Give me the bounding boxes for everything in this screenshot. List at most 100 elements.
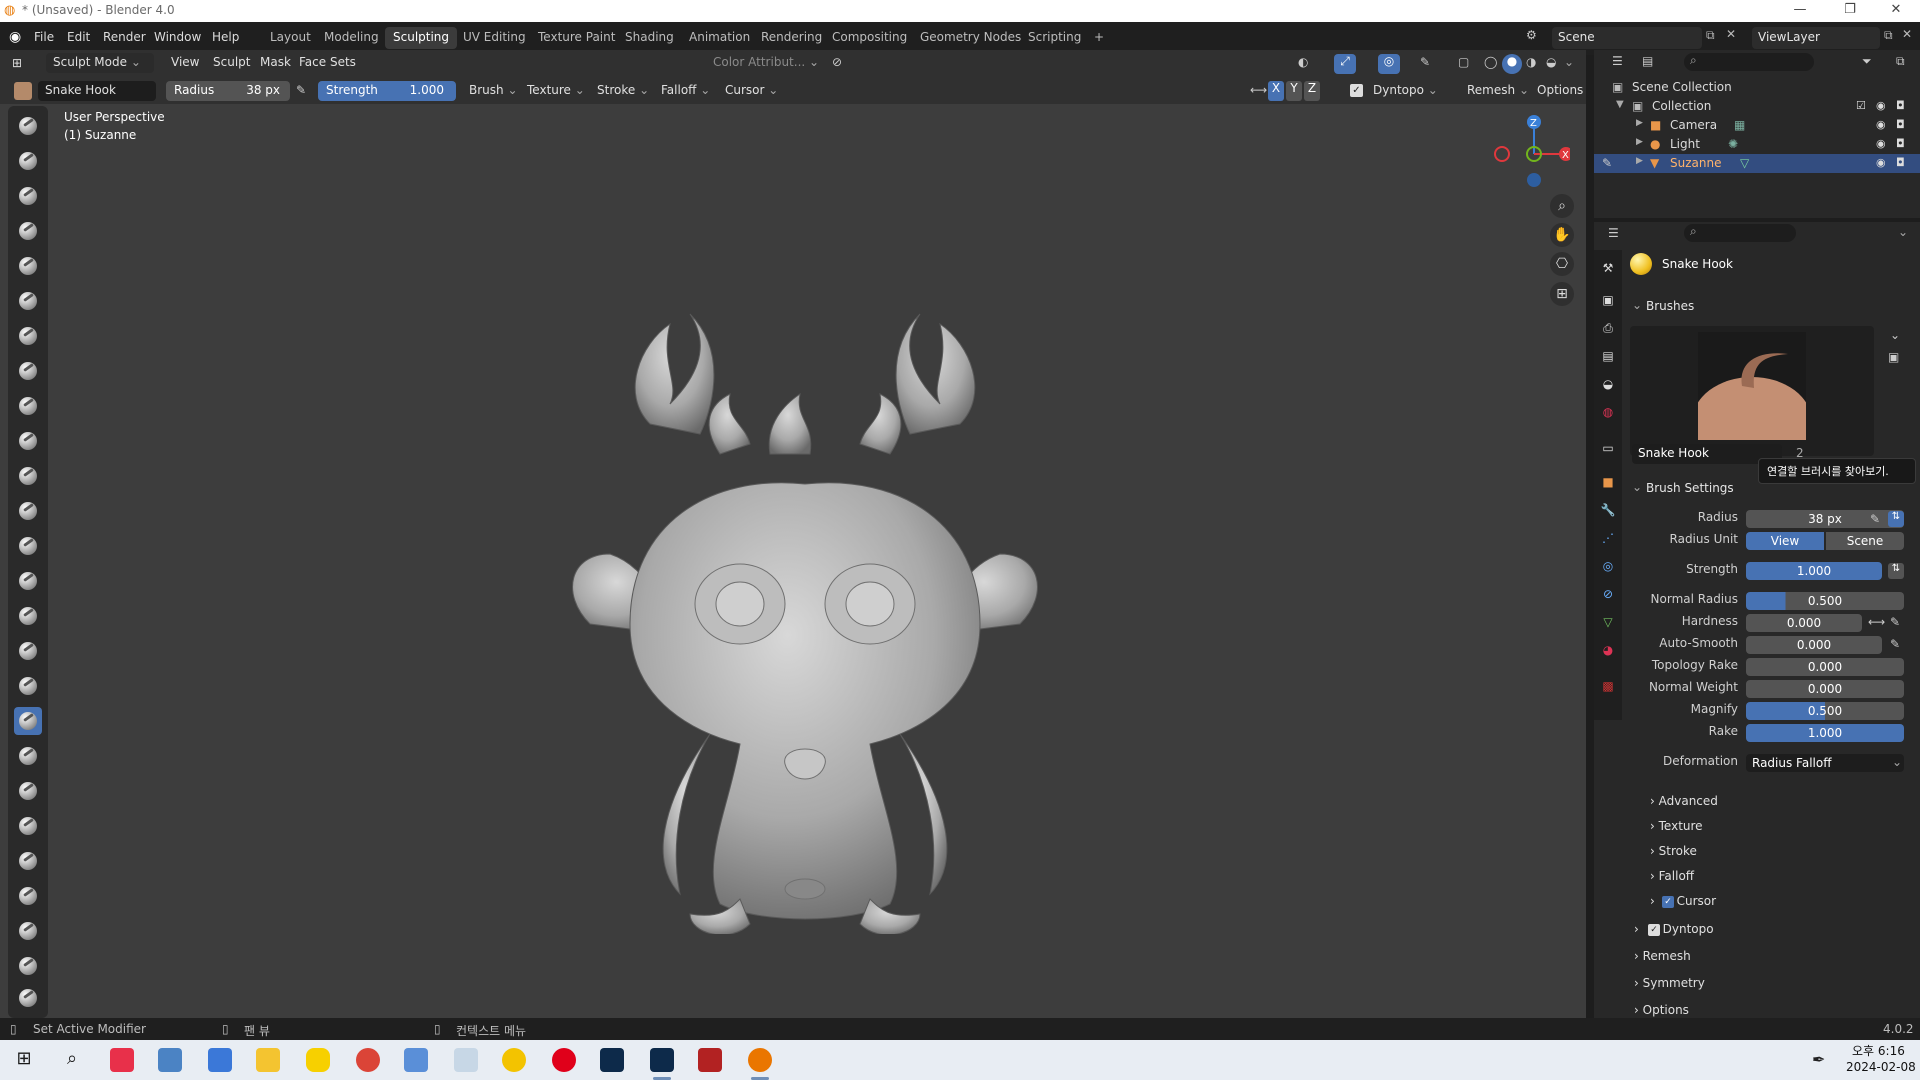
nudge-brush-icon[interactable] bbox=[14, 812, 42, 840]
camera-data-icon[interactable]: ▦ bbox=[1734, 118, 1745, 132]
simplify-brush-icon[interactable] bbox=[14, 984, 42, 1012]
visibility-icon[interactable]: ◐ bbox=[1298, 55, 1308, 69]
toggle-xray-icon[interactable]: ▢ bbox=[1458, 55, 1469, 69]
3d-viewport[interactable]: User Perspective (1) Suzanne Z X ⌕ ✋ ⎔ ⊞ bbox=[0, 104, 1586, 1018]
hardness-slider[interactable]: 0.000 bbox=[1746, 614, 1862, 632]
clay-thumb-brush-icon[interactable] bbox=[14, 252, 42, 280]
delete-viewlayer-icon[interactable]: ✕ bbox=[1902, 27, 1912, 41]
advanced-subpanel[interactable]: › Advanced bbox=[1650, 794, 1718, 808]
pressure-icon[interactable]: ✎ bbox=[1870, 512, 1880, 526]
outliner-item-camera[interactable]: ▶ ■ Camera ▦ ◉ ◘ bbox=[1594, 116, 1920, 135]
snake-hook-brush-icon[interactable] bbox=[14, 707, 42, 735]
radius-value-field[interactable]: 38 px bbox=[1746, 510, 1904, 528]
calculator-icon[interactable] bbox=[404, 1048, 428, 1072]
outliner-scene-collection[interactable]: ▣ Scene Collection bbox=[1594, 78, 1920, 97]
minimize-button[interactable]: — bbox=[1780, 2, 1820, 17]
strength-field[interactable]: Strength 1.000 bbox=[318, 81, 456, 101]
cloth-brush-icon[interactable] bbox=[14, 952, 42, 980]
tab-uv-editing[interactable]: UV Editing bbox=[455, 27, 534, 49]
app-icon[interactable] bbox=[158, 1048, 182, 1072]
properties-editor-icon[interactable]: ☰ bbox=[1608, 226, 1619, 240]
tab-geometry-nodes[interactable]: Geometry Nodes bbox=[912, 27, 1029, 49]
blob-brush-icon[interactable] bbox=[14, 357, 42, 385]
falloff-subpanel[interactable]: › Falloff bbox=[1650, 869, 1694, 883]
brush-dropdown-icon[interactable]: ⌄ bbox=[1890, 328, 1900, 342]
outliner-search-input[interactable]: ⌕ bbox=[1684, 53, 1814, 71]
eye-icon[interactable]: ◉ bbox=[1876, 156, 1888, 169]
outliner-editor-icon[interactable]: ☰ bbox=[1612, 54, 1623, 68]
tab-layout[interactable]: Layout bbox=[262, 27, 319, 49]
display-mode-icon[interactable]: ▤ bbox=[1642, 54, 1653, 68]
clock-time[interactable]: 오후 6:16 bbox=[1852, 1042, 1905, 1059]
radius-unit-view-button[interactable]: View bbox=[1746, 532, 1824, 550]
exclude-checkbox[interactable]: ☑ bbox=[1856, 99, 1868, 112]
menu-edit[interactable]: Edit bbox=[67, 30, 90, 44]
sculpt-mode-icon[interactable]: ✎ bbox=[1602, 156, 1612, 170]
layer-brush-icon[interactable] bbox=[14, 287, 42, 315]
material-shading-icon[interactable]: ◑ bbox=[1526, 55, 1536, 69]
camera-render-icon[interactable]: ◘ bbox=[1896, 99, 1908, 112]
pose-brush-icon[interactable] bbox=[14, 777, 42, 805]
rotate-brush-icon[interactable] bbox=[14, 847, 42, 875]
cursor-dropdown[interactable]: Cursor bbox=[718, 81, 785, 101]
photoshop-icon[interactable] bbox=[600, 1048, 624, 1072]
output-tab-icon[interactable]: ⎙ bbox=[1598, 318, 1618, 338]
strength-pressure-toggle-icon[interactable]: ⇅ bbox=[1888, 563, 1904, 579]
elastic-deform-brush-icon[interactable] bbox=[14, 672, 42, 700]
tab-scripting[interactable]: Scripting bbox=[1020, 27, 1089, 49]
brush-settings-panel-header[interactable]: ⌄ Brush Settings bbox=[1630, 478, 1914, 500]
topology-rake-slider[interactable]: 0.000 bbox=[1746, 658, 1904, 676]
menu-view[interactable]: View bbox=[164, 53, 206, 73]
camera-render-icon[interactable]: ◘ bbox=[1896, 156, 1908, 169]
dyntopo-dropdown[interactable]: Dyntopo bbox=[1366, 81, 1445, 101]
grab-brush-icon[interactable] bbox=[14, 637, 42, 665]
radius-unit-scene-button[interactable]: Scene bbox=[1826, 532, 1904, 550]
camera-render-icon[interactable]: ◘ bbox=[1896, 118, 1908, 131]
tool-tab-icon[interactable]: ⚒ bbox=[1598, 258, 1618, 278]
expand-icon[interactable]: ▶ bbox=[1636, 156, 1643, 166]
data-tab-icon[interactable]: ▽ bbox=[1598, 612, 1618, 632]
texture-subpanel[interactable]: › Texture bbox=[1650, 819, 1703, 833]
falloff-dropdown[interactable]: Falloff bbox=[654, 81, 717, 101]
flatten-brush-icon[interactable] bbox=[14, 462, 42, 490]
editor-type-icon[interactable]: ⊞ bbox=[12, 56, 22, 70]
collapse-icon[interactable]: ▼ bbox=[1616, 99, 1624, 110]
boundary-brush-icon[interactable] bbox=[14, 917, 42, 945]
filter-icon[interactable]: ⏷ bbox=[1862, 54, 1872, 69]
dyntopo-panel-checkbox[interactable]: ✓ bbox=[1648, 924, 1660, 936]
tab-animation[interactable]: Animation bbox=[681, 27, 758, 49]
pan-hand-icon[interactable]: ✋ bbox=[1550, 223, 1574, 247]
brush-thumbnail-icon[interactable] bbox=[14, 82, 32, 100]
eye-icon[interactable]: ◉ bbox=[1876, 137, 1888, 150]
brush-name-field[interactable]: Snake Hook bbox=[38, 81, 156, 101]
menu-sculpt[interactable]: Sculpt bbox=[206, 53, 257, 73]
camera-render-icon[interactable]: ◘ bbox=[1896, 137, 1908, 150]
options-panel[interactable]: › Options bbox=[1634, 1003, 1689, 1017]
start-icon[interactable]: ⊞ bbox=[12, 1048, 36, 1072]
search-icon[interactable]: ⌕ bbox=[60, 1048, 84, 1072]
pinch-brush-icon[interactable] bbox=[14, 602, 42, 630]
smooth-brush-icon[interactable] bbox=[14, 427, 42, 455]
cursor-subpanel[interactable]: › ✓ Cursor bbox=[1650, 894, 1716, 908]
menu-face-sets[interactable]: Face Sets bbox=[292, 53, 363, 73]
color-attribute-dropdown[interactable]: Color Attribut... bbox=[706, 53, 826, 73]
clay-strips-brush-icon[interactable] bbox=[14, 217, 42, 245]
figma-icon[interactable] bbox=[110, 1048, 134, 1072]
menu-file[interactable]: File bbox=[34, 30, 54, 44]
zoom-icon[interactable]: ⌕ bbox=[1550, 194, 1574, 218]
collection-tab-icon[interactable]: ▭ bbox=[1598, 438, 1618, 458]
obs-record-icon[interactable] bbox=[552, 1048, 576, 1072]
properties-options-icon[interactable]: ⌄ bbox=[1898, 225, 1908, 239]
world-tab-icon[interactable]: ◍ bbox=[1598, 402, 1618, 422]
suzanne-model[interactable] bbox=[560, 304, 1050, 934]
pivot-icon[interactable]: ⊘ bbox=[832, 55, 842, 69]
slide-relax-brush-icon[interactable] bbox=[14, 882, 42, 910]
camera-view-icon[interactable]: ⎔ bbox=[1550, 252, 1574, 276]
brushes-panel-header[interactable]: ⌄ Brushes bbox=[1630, 296, 1914, 318]
viewlayer-field[interactable]: ViewLayer bbox=[1752, 27, 1880, 49]
view-layer-tab-icon[interactable]: ▤ bbox=[1598, 346, 1618, 366]
outliner-item-light[interactable]: ▶ ● Light ✺ ◉ ◘ bbox=[1594, 135, 1920, 154]
scene-field[interactable]: Scene bbox=[1552, 27, 1702, 49]
tab-shading[interactable]: Shading bbox=[617, 27, 682, 49]
pen-icon[interactable]: ✒ bbox=[1812, 1050, 1825, 1069]
